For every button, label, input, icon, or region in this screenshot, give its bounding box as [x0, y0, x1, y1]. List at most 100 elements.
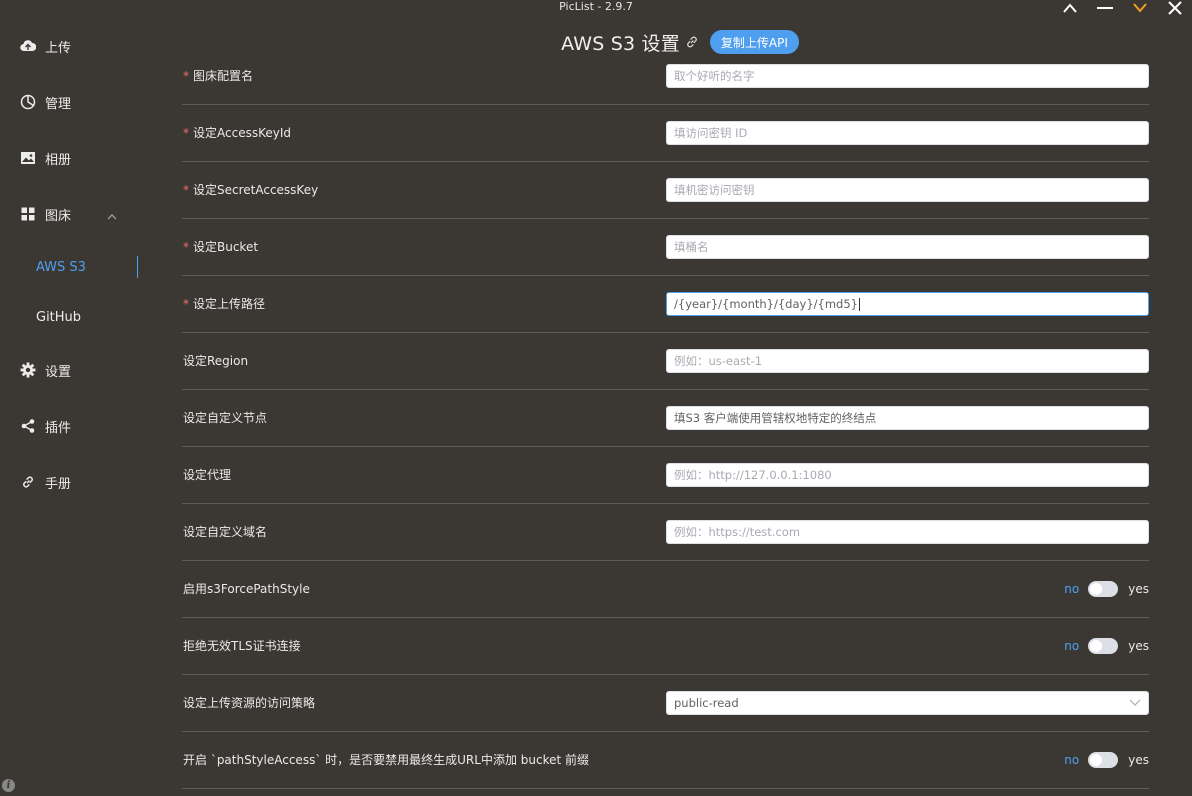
sidebar-item-manual[interactable]: 手册	[0, 462, 168, 502]
form-row-acl: 设定上传资源的访问策略 public-read	[182, 675, 1149, 732]
config-name-input[interactable]: 取个好听的名字	[666, 64, 1149, 88]
info-icon[interactable]: i	[2, 779, 15, 792]
sidebar-item-label: 上传	[45, 40, 72, 56]
field-label: 开启 `pathStyleAccess` 时，是否要禁用最终生成URL中添加 b…	[183, 753, 589, 767]
sidebar-item-picbed[interactable]: 图床	[0, 194, 168, 234]
sidebar-item-label: 相册	[45, 152, 72, 168]
sidebar-item-gallery[interactable]: 相册	[0, 138, 168, 178]
field-label-text: 图床配置名	[193, 69, 254, 83]
input-placeholder: 例如：http://127.0.0.1:1080	[674, 468, 832, 482]
close-button[interactable]	[1157, 0, 1192, 16]
minimize-button[interactable]	[1087, 0, 1122, 16]
sidebar: 上传 管理 相册 图床 AWS S3 GitHub 设置 插件 手册 i	[0, 20, 168, 796]
form-row-bucket: * 设定Bucket 填桶名	[182, 219, 1149, 276]
link-icon	[20, 474, 36, 490]
field-label: 设定上传资源的访问策略	[183, 696, 316, 710]
upload-path-input[interactable]: /{year}/{month}/{day}/{md5}	[666, 292, 1149, 316]
switch-off-label[interactable]: no	[1064, 753, 1079, 767]
collapse-button[interactable]	[1122, 0, 1157, 16]
force-path-style-switch-group: no yes	[1064, 581, 1149, 597]
form-row-proxy: 设定代理 例如：http://127.0.0.1:1080	[182, 447, 1149, 504]
input-placeholder: 取个好听的名字	[674, 69, 755, 83]
field-label-text: 设定AccessKeyId	[193, 126, 291, 140]
path-style-access-switch-group: no yes	[1064, 752, 1149, 768]
region-input[interactable]: 例如：us-east-1	[666, 349, 1149, 373]
switch-off-label[interactable]: no	[1064, 582, 1079, 596]
input-placeholder: 例如：us-east-1	[674, 354, 763, 368]
field-label: 设定自定义域名	[183, 525, 268, 539]
switch-off-label[interactable]: no	[1064, 639, 1079, 653]
minus-icon	[1096, 7, 1113, 9]
toggle-knob	[1090, 754, 1103, 766]
required-mark: *	[183, 297, 189, 311]
switch-on-label[interactable]: yes	[1128, 639, 1149, 653]
sidebar-item-label: 设置	[45, 364, 72, 380]
app-title: PicList - 2.9.7	[559, 0, 633, 13]
field-label: * 设定AccessKeyId	[183, 124, 291, 141]
form-row-custom-domain: 设定自定义域名 例如：https://test.com	[182, 504, 1149, 561]
sidebar-item-plugins[interactable]: 插件	[0, 406, 168, 446]
acl-select[interactable]: public-read	[666, 691, 1149, 715]
field-label: 启用s3ForcePathStyle	[183, 582, 310, 596]
reject-unauthorized-toggle[interactable]	[1088, 638, 1119, 654]
upload-cloud-icon	[20, 38, 36, 54]
close-icon	[1167, 1, 1182, 15]
always-on-top-button[interactable]	[1052, 0, 1087, 16]
field-label-text: 设定Bucket	[193, 240, 259, 254]
form-row-config-name: * 图床配置名 取个好听的名字	[182, 48, 1149, 105]
toggle-knob	[1090, 640, 1103, 652]
form-row-upload-path: * 设定上传路径 /{year}/{month}/{day}/{md5}	[182, 276, 1149, 333]
force-path-style-toggle[interactable]	[1088, 581, 1119, 597]
toggle-knob	[1090, 583, 1103, 595]
field-label: * 图床配置名	[183, 67, 253, 84]
active-indicator	[137, 256, 138, 278]
window-controls	[1052, 0, 1192, 16]
form-row-reject-unauthorized: 拒绝无效TLS证书连接 no yes	[182, 618, 1149, 675]
sidebar-subitem-aws-s3[interactable]: AWS S3	[0, 249, 168, 285]
switch-on-label[interactable]: yes	[1128, 753, 1149, 767]
field-label: 设定代理	[183, 468, 232, 482]
grid-icon	[20, 206, 36, 222]
chevron-down-icon	[1132, 3, 1147, 13]
path-style-access-toggle[interactable]	[1088, 752, 1119, 768]
field-label: 设定自定义节点	[183, 411, 268, 425]
switch-on-label[interactable]: yes	[1128, 582, 1149, 596]
form-row-secret-access-key: * 设定SecretAccessKey 填机密访问密钥	[182, 162, 1149, 219]
input-placeholder: 例如：https://test.com	[674, 525, 801, 539]
required-mark: *	[183, 240, 189, 254]
field-label: 拒绝无效TLS证书连接	[183, 639, 301, 653]
form-row-access-key-id: * 设定AccessKeyId 填访问密钥 ID	[182, 105, 1149, 162]
input-placeholder: 填访问密钥 ID	[674, 126, 748, 140]
chevron-down-icon	[1129, 699, 1141, 706]
form-row-force-path-style: 启用s3ForcePathStyle no yes	[182, 561, 1149, 618]
secret-access-key-input[interactable]: 填机密访问密钥	[666, 178, 1149, 202]
input-placeholder: 填S3 客户端使用管辖权地特定的终结点	[674, 411, 877, 425]
sidebar-item-upload[interactable]: 上传	[0, 26, 168, 66]
sidebar-subitem-label: GitHub	[36, 309, 82, 325]
select-value: public-read	[674, 696, 739, 710]
field-label: * 设定Bucket	[183, 238, 258, 255]
proxy-input[interactable]: 例如：http://127.0.0.1:1080	[666, 463, 1149, 487]
reject-unauthorized-switch-group: no yes	[1064, 638, 1149, 654]
sidebar-item-settings[interactable]: 设置	[0, 350, 168, 390]
sidebar-item-manage[interactable]: 管理	[0, 82, 168, 122]
text-caret	[858, 297, 860, 311]
sidebar-subitem-github[interactable]: GitHub	[0, 299, 168, 335]
field-label: * 设定SecretAccessKey	[183, 181, 318, 198]
chevron-up-icon	[106, 208, 118, 220]
form-row-region: 设定Region 例如：us-east-1	[182, 333, 1149, 390]
endpoint-input[interactable]: 填S3 客户端使用管辖权地特定的终结点	[666, 406, 1149, 430]
input-value: /{year}/{month}/{day}/{md5}	[674, 297, 858, 311]
sidebar-subitem-label: AWS S3	[36, 259, 86, 275]
required-mark: *	[183, 69, 189, 83]
custom-domain-input[interactable]: 例如：https://test.com	[666, 520, 1149, 544]
form-row-endpoint: 设定自定义节点 填S3 客户端使用管辖权地特定的终结点	[182, 390, 1149, 447]
settings-form: * 图床配置名 取个好听的名字 * 设定AccessKeyId 填访问密钥 ID *…	[168, 48, 1164, 796]
sidebar-item-label: 手册	[45, 476, 72, 492]
access-key-id-input[interactable]: 填访问密钥 ID	[666, 121, 1149, 145]
sidebar-item-label: 图床	[45, 208, 72, 224]
input-placeholder: 填桶名	[674, 240, 709, 254]
required-mark: *	[183, 183, 189, 197]
bucket-input[interactable]: 填桶名	[666, 235, 1149, 259]
field-label: * 设定上传路径	[183, 295, 265, 312]
